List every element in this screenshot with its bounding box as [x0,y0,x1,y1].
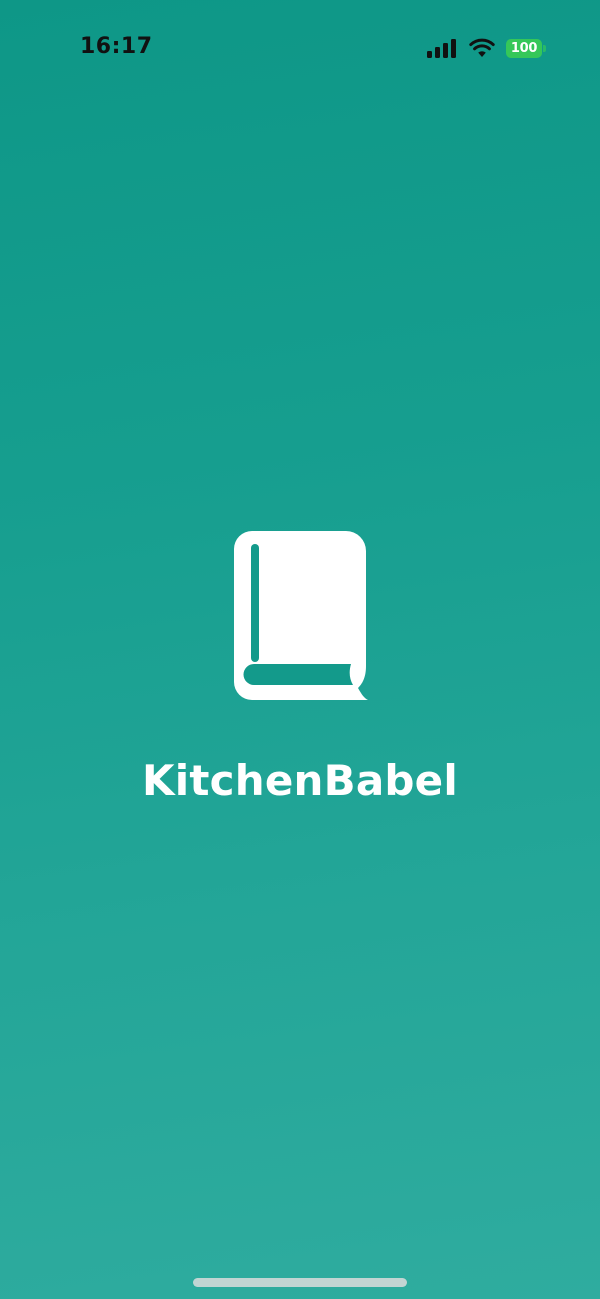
status-bar: 16:17 100 [0,0,600,96]
signal-icon [427,39,456,58]
wifi-icon [469,38,495,57]
book-icon [234,531,368,700]
battery-level: 100 [506,38,542,58]
status-time: 16:17 [80,34,153,59]
splash-screen: 16:17 100 KitchenBabel [0,0,600,1299]
status-indicators: 100 [427,36,546,60]
app-name: KitchenBabel [142,756,458,805]
app-logo [228,528,374,704]
battery-cap [543,44,546,52]
home-indicator[interactable] [193,1278,407,1287]
battery-icon: 100 [506,38,546,58]
